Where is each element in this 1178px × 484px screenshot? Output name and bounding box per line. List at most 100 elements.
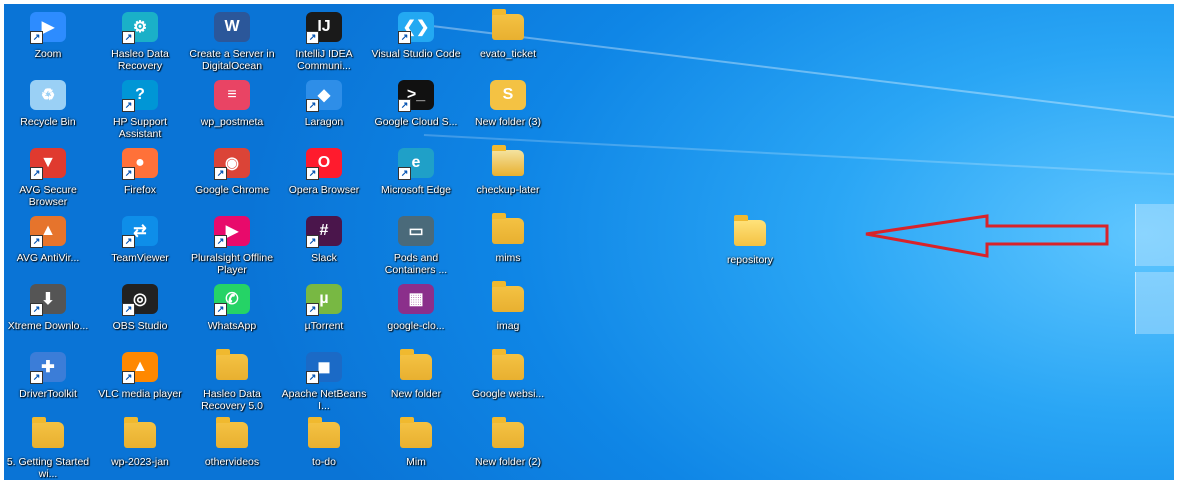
- intellij-icon: IJ ↗: [304, 10, 344, 44]
- opera-icon: O ↗: [304, 146, 344, 180]
- desktop-icon[interactable]: ▼ ↗ AVG Secure Browser: [4, 146, 94, 208]
- desktop-icon-label: New folder (3): [475, 116, 541, 128]
- desktop-icon-label: wp_postmeta: [200, 116, 264, 128]
- desktop-icon[interactable]: >_ ↗ Google Cloud S...: [370, 78, 462, 128]
- desktop-icon[interactable]: ? ↗ HP Support Assistant: [94, 78, 186, 140]
- shortcut-arrow-icon: ↗: [306, 303, 319, 316]
- folder-icon: [120, 417, 160, 452]
- shortcut-arrow-icon: ↗: [122, 371, 135, 384]
- recycle-bin-icon: ♻: [28, 78, 68, 112]
- desktop-icon[interactable]: e ↗ Microsoft Edge: [370, 146, 462, 196]
- shortcut-arrow-icon: ↗: [306, 371, 319, 384]
- shortcut-arrow-icon: ↗: [398, 99, 411, 112]
- desktop-icon[interactable]: ▶ ↗ Pluralsight Offline Player: [186, 214, 278, 276]
- desktop-icon-repository[interactable]: repository: [704, 215, 796, 266]
- desktop-icon-label: Hasleo Data Recovery 5.0: [201, 388, 263, 412]
- desktop-icon[interactable]: ▦ google-clo...: [370, 282, 462, 332]
- desktop-icon[interactable]: # ↗ Slack: [278, 214, 370, 264]
- desktop-icon[interactable]: ▶ ↗ Zoom: [4, 10, 94, 60]
- desktop-icon[interactable]: ▲ ↗ AVG AntiVir...: [4, 214, 94, 264]
- folder-icon: [28, 417, 68, 452]
- desktop-icon-label: Firefox: [123, 184, 157, 196]
- shortcut-arrow-icon: ↗: [122, 99, 135, 112]
- word-doc-icon: W: [212, 10, 252, 44]
- desktop-icon[interactable]: W Create a Server in DigitalOcean: [186, 10, 278, 72]
- desktop-icon[interactable]: ⚙ ↗ Hasleo Data Recovery: [94, 10, 186, 72]
- desktop-icon[interactable]: S New folder (3): [462, 78, 554, 128]
- folder-icon: [488, 417, 528, 452]
- desktop-icon-label: Google Chrome: [194, 184, 270, 196]
- desktop-icon-label: Xtreme Downlo...: [7, 320, 89, 332]
- drivertoolkit-icon: ✚ ↗: [28, 350, 68, 384]
- terminal-icon: >_ ↗: [396, 78, 436, 112]
- folder-icon: [396, 417, 436, 452]
- shortcut-arrow-icon: ↗: [214, 303, 227, 316]
- folder-icon: [396, 349, 436, 384]
- desktop-icon[interactable]: ◉ ↗ Google Chrome: [186, 146, 278, 196]
- folder-icon: [488, 145, 528, 180]
- desktop-icon[interactable]: ✆ ↗ WhatsApp: [186, 282, 278, 332]
- folder-icon: [304, 417, 344, 452]
- folder-icon: [488, 213, 528, 248]
- help-icon: ? ↗: [120, 78, 160, 112]
- desktop-icon[interactable]: New folder: [370, 349, 462, 400]
- desktop-icon[interactable]: IJ ↗ IntelliJ IDEA Communi...: [278, 10, 370, 72]
- desktop-icon[interactable]: New folder (2): [462, 417, 554, 468]
- desktop-icon[interactable]: mims: [462, 213, 554, 264]
- desktop-icon[interactable]: imag: [462, 281, 554, 332]
- desktop-icon-label: IntelliJ IDEA Communi...: [295, 48, 353, 72]
- shortcut-arrow-icon: ↗: [122, 167, 135, 180]
- desktop-icon[interactable]: othervideos: [186, 417, 278, 468]
- shortcut-arrow-icon: ↗: [122, 31, 135, 44]
- vscode-icon: ❮❯ ↗: [396, 10, 436, 44]
- desktop-icon[interactable]: ❮❯ ↗ Visual Studio Code: [370, 10, 462, 60]
- desktop-icon[interactable]: ● ↗ Firefox: [94, 146, 186, 196]
- desktop[interactable]: ▶ ↗ Zoom ⚙ ↗ Hasleo Data Recovery W Create a Se…: [4, 4, 1174, 480]
- desktop-icon[interactable]: ◆ ↗ Laragon: [278, 78, 370, 128]
- desktop-icon-label: AVG Secure Browser: [19, 184, 77, 208]
- desktop-icon[interactable]: ⇄ ↗ TeamViewer: [94, 214, 186, 264]
- desktop-icon-label: Google Cloud S...: [374, 116, 458, 128]
- shortcut-arrow-icon: ↗: [122, 303, 135, 316]
- folder-icon: [488, 9, 528, 44]
- desktop-icon-label: Mim: [406, 456, 426, 468]
- shortcut-arrow-icon: ↗: [30, 371, 43, 384]
- desktop-icon[interactable]: to-do: [278, 417, 370, 468]
- folder-icon: [730, 215, 770, 250]
- desktop-icon[interactable]: Google websi...: [462, 349, 554, 400]
- shortcut-arrow-icon: ↗: [398, 167, 411, 180]
- shortcut-arrow-icon: ↗: [306, 235, 319, 248]
- desktop-icon[interactable]: ◎ ↗ OBS Studio: [94, 282, 186, 332]
- desktop-icon[interactable]: µ ↗ µTorrent: [278, 282, 370, 332]
- shortcut-arrow-icon: ↗: [30, 167, 43, 180]
- desktop-icon-label: Google websi...: [471, 388, 545, 400]
- desktop-icon[interactable]: 5. Getting Started wi...: [4, 417, 94, 480]
- avg-antivirus-icon: ▲ ↗: [28, 214, 68, 248]
- desktop-icon[interactable]: O ↗ Opera Browser: [278, 146, 370, 196]
- desktop-icon[interactable]: ⬇ ↗ Xtreme Downlo...: [4, 282, 94, 332]
- vlc-icon: ▲ ↗: [120, 350, 160, 384]
- desktop-icon[interactable]: wp-2023-jan: [94, 417, 186, 468]
- desktop-icon-label: Microsoft Edge: [380, 184, 452, 196]
- desktop-icon-label: Pods and Containers ...: [384, 252, 448, 276]
- desktop-icon[interactable]: ▭ Pods and Containers ...: [370, 214, 462, 276]
- desktop-icon[interactable]: ◼ ↗ Apache NetBeans I...: [278, 350, 370, 412]
- desktop-icon[interactable]: Mim: [370, 417, 462, 468]
- desktop-icon-label: evato_ticket: [479, 48, 537, 60]
- desktop-icon-label: Hasleo Data Recovery: [111, 48, 169, 72]
- desktop-icon[interactable]: Hasleo Data Recovery 5.0: [186, 349, 278, 412]
- desktop-icon[interactable]: checkup-later: [462, 145, 554, 196]
- desktop-icon[interactable]: ♻ Recycle Bin: [4, 78, 94, 128]
- desktop-icon[interactable]: evato_ticket: [462, 9, 554, 60]
- desktop-icon-label: google-clo...: [387, 320, 445, 332]
- desktop-icon-label: wp-2023-jan: [111, 456, 169, 468]
- teamviewer-icon: ⇄ ↗: [120, 214, 160, 248]
- desktop-icon[interactable]: ✚ ↗ DriverToolkit: [4, 350, 94, 400]
- desktop-icon-label: Slack: [311, 252, 337, 264]
- desktop-icon-label: HP Support Assistant: [112, 116, 168, 140]
- desktop-icon-label: to-do: [312, 456, 336, 468]
- desktop-icon[interactable]: ≡ wp_postmeta: [186, 78, 278, 128]
- folder-icon: [488, 349, 528, 384]
- desktop-icon-label: imag: [496, 320, 520, 332]
- desktop-icon[interactable]: ▲ ↗ VLC media player: [94, 350, 186, 400]
